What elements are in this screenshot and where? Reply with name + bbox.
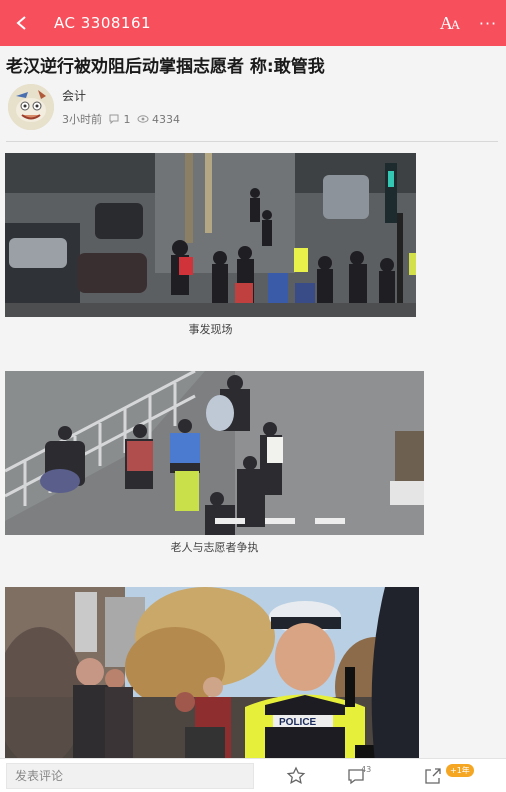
more-menu-button[interactable]: ··· xyxy=(470,0,506,46)
author-block: 会计 3小时前 1 4334 xyxy=(0,78,506,136)
view-stat: 4334 xyxy=(137,112,180,126)
comment-input[interactable]: 发表评论 xyxy=(6,762,254,789)
figure-2: 老人与志愿者争执 xyxy=(5,371,506,555)
figure-3: POLICE xyxy=(5,587,506,758)
page-title: AC 3308161 xyxy=(54,14,152,32)
font-size-button[interactable]: AA xyxy=(430,0,470,46)
share-icon xyxy=(425,768,441,784)
avatar[interactable] xyxy=(8,84,54,130)
eye-icon xyxy=(137,114,148,123)
article-stats: 3小时前 1 4334 xyxy=(62,111,180,127)
article-title: 老汉逆行被劝阻后动掌掴志愿者 称:敢管我 xyxy=(6,57,325,77)
avatar-image xyxy=(8,84,54,130)
share-badge: +1年 xyxy=(446,764,474,777)
figure-caption: 老人与志愿者争执 xyxy=(170,541,259,554)
police-vest-text: POLICE xyxy=(279,717,317,728)
comment-icon xyxy=(109,114,119,124)
divider xyxy=(6,141,498,142)
share-button[interactable] xyxy=(420,763,446,789)
photo-argument[interactable] xyxy=(5,371,424,535)
back-arrow-icon xyxy=(16,16,26,30)
font-size-icon: AA xyxy=(439,12,461,33)
photo-street-scene[interactable] xyxy=(5,153,416,317)
favorite-button[interactable] xyxy=(283,763,309,789)
figure-caption: 事发现场 xyxy=(188,323,233,336)
back-button[interactable] xyxy=(0,0,44,46)
author-name[interactable]: 会计 xyxy=(62,87,180,105)
publish-time: 3小时前 xyxy=(62,113,102,126)
photo-police-officer[interactable]: POLICE xyxy=(5,587,419,758)
comments-count: 43 xyxy=(361,765,372,774)
star-icon xyxy=(286,766,306,784)
top-bar: AC 3308161 AA ··· xyxy=(0,0,506,46)
comment-count: 1 xyxy=(123,112,131,126)
bottom-bar: 发表评论 43 +1年 xyxy=(0,758,506,792)
figure-1: 事发现场 xyxy=(5,153,506,337)
comment-stat: 1 xyxy=(108,113,131,126)
article-content: 老汉逆行被劝阻后动掌掴志愿者 称:敢管我 会计 3小时前 1 4334 事发现场… xyxy=(0,46,506,758)
view-count: 4334 xyxy=(152,112,180,126)
